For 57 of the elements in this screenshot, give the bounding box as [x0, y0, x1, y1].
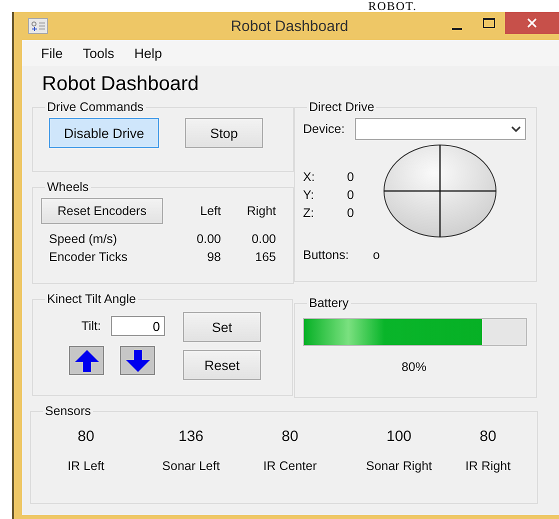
sensor-value: 80	[480, 428, 496, 445]
axis-label: X:	[303, 170, 316, 184]
axis-value: 0	[347, 188, 354, 202]
tilt-button[interactable]: Set	[183, 312, 261, 342]
maximize-icon	[483, 18, 495, 28]
command-button[interactable]: Stop	[185, 118, 263, 148]
sensor-value: 100	[386, 428, 412, 445]
device-label: Device:	[303, 122, 345, 136]
up-arrow-icon	[74, 348, 100, 372]
sensor-label: Sonar Right	[366, 459, 432, 473]
sensor-value: 80	[78, 428, 94, 445]
reset-encoders-button[interactable]: Reset Encoders	[41, 198, 163, 224]
table-cell-text: 0.00	[196, 232, 221, 246]
chevron-down-icon	[510, 126, 521, 132]
table-cell-text: 0.00	[250, 232, 276, 246]
command-button[interactable]: Disable Drive	[49, 118, 159, 148]
battery-reading: 80%	[401, 360, 427, 374]
sensor-value: 136	[178, 428, 204, 445]
group-title: Kinect Tilt Angle	[47, 292, 136, 306]
tilt-label: Tilt:	[81, 319, 101, 333]
minimize-icon	[452, 28, 462, 30]
tilt-down-button[interactable]	[120, 346, 155, 375]
sensor-label: Sonar Left	[162, 459, 220, 473]
sensor-label: IR Left	[68, 459, 104, 473]
column-header: Right	[246, 204, 276, 218]
tilt-button[interactable]: Reset	[183, 350, 261, 380]
row-label: Encoder Ticks	[49, 250, 129, 264]
app-icon	[28, 18, 48, 34]
sensor-label: IR Center	[263, 459, 317, 473]
group-title: Drive Commands	[47, 100, 144, 114]
table-cell-text: 98	[206, 250, 221, 264]
axis-value: 0	[347, 206, 354, 220]
menu-item[interactable]: File	[32, 44, 72, 62]
group-title: Direct Drive	[309, 100, 374, 114]
group-title: Battery	[309, 296, 349, 310]
column-header: Left	[199, 204, 221, 218]
group-title: Wheels	[47, 180, 89, 194]
close-icon	[527, 18, 537, 28]
heading: Robot Dashboard	[42, 72, 199, 96]
tilt-up-button[interactable]	[69, 346, 104, 375]
close-button[interactable]	[505, 12, 559, 34]
buttons-label: Buttons:	[303, 248, 349, 262]
row-label: Speed (m/s)	[49, 232, 118, 246]
table-cell-text: 165	[254, 250, 276, 264]
sensor-value: 80	[282, 428, 298, 445]
menu-item[interactable]: Help	[125, 44, 172, 62]
window-title: Robot Dashboard	[230, 18, 348, 34]
tilt-field[interactable]: 0	[111, 316, 165, 336]
axis-label: Z:	[303, 206, 316, 220]
axis-label: Y:	[303, 188, 316, 202]
axis-value: 0	[347, 170, 354, 184]
buttons-value: o	[372, 248, 380, 262]
menu-item[interactable]: Tools	[74, 44, 124, 62]
down-arrow-icon	[124, 348, 150, 372]
group-title: Sensors	[45, 404, 91, 418]
document-caption: ROBOT.	[368, 0, 417, 12]
sensor-label: IR Right	[465, 459, 511, 473]
